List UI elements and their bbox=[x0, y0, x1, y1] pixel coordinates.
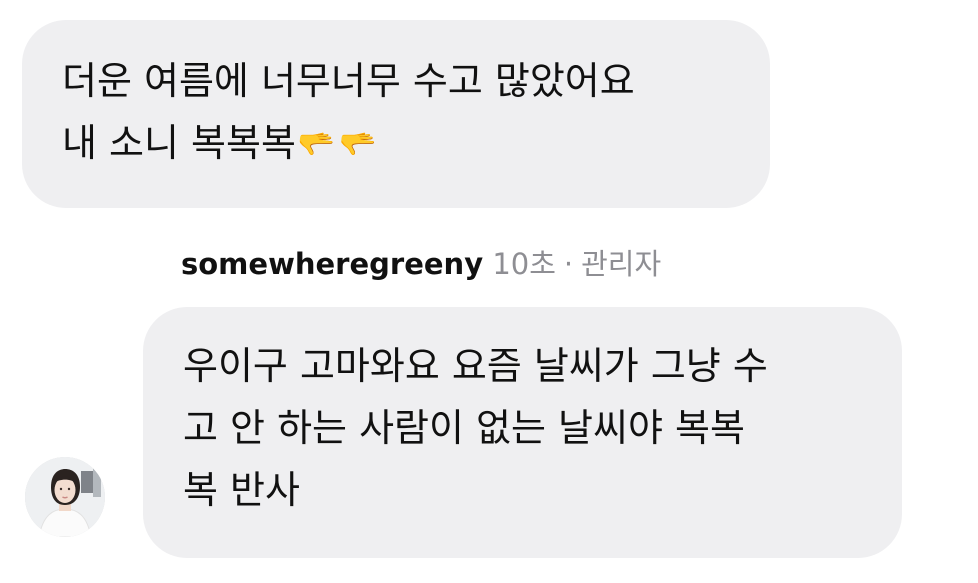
avatar[interactable] bbox=[25, 457, 105, 537]
comment-text-line-1: 더운 여름에 너무너무 수고 많았어요 bbox=[62, 59, 635, 103]
comment-text-line-2-text: 내 소니 복복복 bbox=[62, 121, 296, 165]
reply-bubble: 우이구 고마와요 요즘 날씨가 그냥 수 고 안 하는 사람이 없는 날씨야 복… bbox=[143, 307, 902, 558]
comment-text-line-2: 내 소니 복복복🫳🫳 bbox=[62, 112, 730, 176]
reply-timestamp: 10초 bbox=[492, 247, 556, 281]
reply-role-badge: 관리자 bbox=[581, 247, 662, 281]
comment-bubble: 더운 여름에 너무너무 수고 많았어요 내 소니 복복복🫳🫳 bbox=[22, 20, 770, 208]
reply-meta: somewheregreeny 10초 · 관리자 bbox=[181, 244, 661, 284]
patting-hand-emoji-icon: 🫳🫳 bbox=[297, 127, 381, 162]
reply-username[interactable]: somewheregreeny bbox=[181, 247, 483, 281]
reply-text-line-1: 우이구 고마와요 요즘 날씨가 그냥 수 bbox=[183, 344, 768, 388]
reply-text-line-2: 고 안 하는 사람이 없는 날씨야 복복 bbox=[183, 406, 745, 450]
meta-separator: · bbox=[563, 247, 574, 281]
reply-text-line-3: 복 반사 bbox=[183, 468, 300, 512]
profile-photo-avatar-icon bbox=[25, 457, 105, 537]
